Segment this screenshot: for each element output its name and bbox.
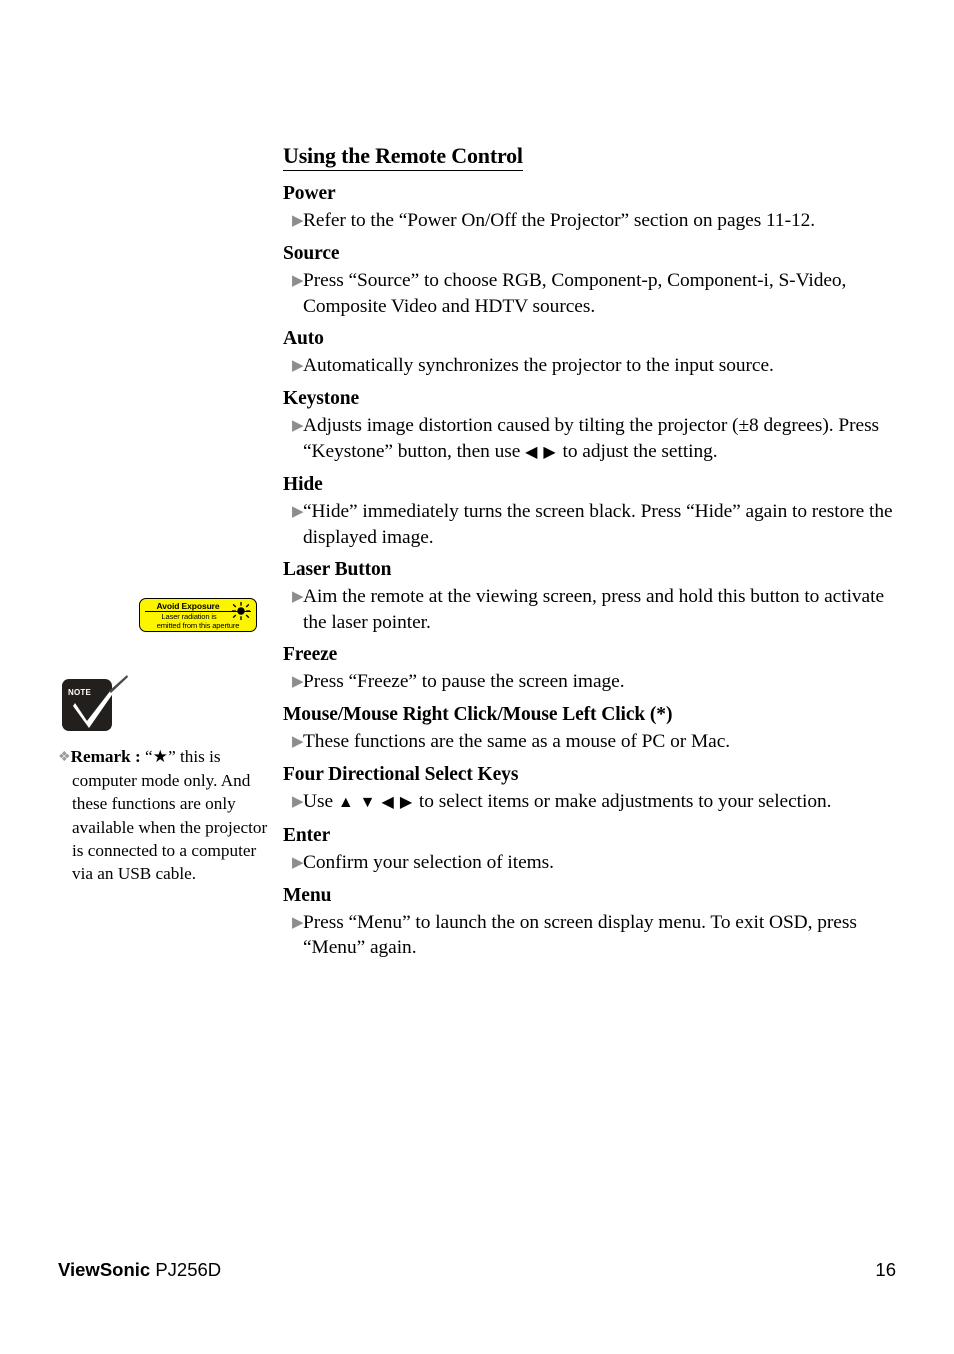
- checkmark-icon: [73, 675, 128, 728]
- arrow-up-icon: ▲: [337, 794, 356, 811]
- arrow-right-icon: ▶: [543, 443, 558, 461]
- bullet-text: Press “Freeze” to pause the screen image…: [303, 671, 625, 692]
- section-heading: Power: [283, 183, 336, 204]
- bullet-text: Refer to the “Power On/Off the Projector…: [303, 210, 816, 231]
- section-heading: Four Directional Select Keys: [283, 764, 519, 785]
- laser-warning-line3: emitted from this aperture: [156, 620, 240, 630]
- diamond-bullet-icon: ❖: [58, 750, 71, 765]
- triangle-bullet-icon: ▶: [292, 358, 304, 374]
- bullet-item: ▶ Refer to the “Power On/Off the Project…: [283, 208, 901, 234]
- section-heading: Keystone: [283, 388, 360, 409]
- arrow-down-icon: ▼: [359, 794, 378, 811]
- bullet-item: ▶ “Hide” immediately turns the screen bl…: [283, 499, 901, 550]
- section-heading: Laser Button: [283, 559, 392, 580]
- section-menu: Menu ▶ Press “Menu” to launch the on scr…: [283, 884, 901, 961]
- section-heading: Freeze: [283, 644, 338, 665]
- bullet-text: Confirm your selection of items.: [303, 851, 554, 873]
- bullet-text-post: to adjust the setting.: [557, 440, 718, 462]
- section-power: Power ▶ Refer to the “Power On/Off the P…: [283, 182, 901, 234]
- laser-burst-icon: [232, 602, 250, 620]
- triangle-bullet-icon: ▶: [292, 674, 304, 690]
- bullet-item: ▶ Press “Source” to choose RGB, Componen…: [283, 268, 901, 319]
- section-laser-button: Laser Button ▶ Aim the remote at the vie…: [283, 558, 901, 635]
- section-auto: Auto ▶ Automatically synchronizes the pr…: [283, 327, 901, 379]
- bullet-text: Use ▲ ▼ ◀ ▶ to select items or make adjustm…: [303, 789, 901, 816]
- triangle-bullet-icon: ▶: [292, 589, 304, 605]
- bullet-item: ▶ Aim the remote at the viewing screen, …: [283, 584, 901, 635]
- bullet-text: Press “Menu” to launch the on screen dis…: [303, 911, 857, 959]
- bullet-item: ▶ Use ▲ ▼ ◀ ▶ to select items or make adjus…: [283, 789, 901, 816]
- bullet-item: ▶ Confirm your selection of items.: [283, 850, 901, 876]
- remark-symbol: “★”: [145, 747, 176, 766]
- brand-name: ViewSonic: [58, 1259, 151, 1280]
- remark-note: ❖Remark : “★” this is computer mode only…: [58, 745, 280, 885]
- triangle-bullet-icon: ▶: [292, 914, 304, 931]
- triangle-bullet-icon: ▶: [292, 734, 304, 750]
- bullet-text: Press “Source” to choose RGB, Component-…: [303, 270, 847, 317]
- bullet-item: ▶ These functions are the same as a mous…: [283, 729, 901, 755]
- section-heading: Enter: [283, 824, 331, 846]
- footer-brand-block: ViewSonic PJ256D: [58, 1259, 221, 1281]
- bullet-text: Automatically synchronizes the projector…: [303, 355, 774, 376]
- arrow-left-icon: ◀: [381, 794, 396, 811]
- section-heading: Hide: [283, 474, 323, 495]
- section-heading: Auto: [283, 328, 324, 349]
- bullet-text: These functions are the same as a mouse …: [303, 731, 731, 752]
- triangle-bullet-icon: ▶: [292, 794, 304, 810]
- section-heading: Source: [283, 243, 340, 264]
- section-heading: Mouse/Mouse Right Click/Mouse Left Click…: [283, 704, 673, 725]
- bullet-item: ▶ Automatically synchronizes the project…: [283, 353, 901, 379]
- section-heading: Menu: [283, 884, 332, 906]
- note-icon: Note: [62, 673, 128, 733]
- bullet-text-post: to select items or make adjustments to y…: [414, 791, 832, 812]
- section-hide: Hide ▶ “Hide” immediately turns the scre…: [283, 473, 901, 550]
- bullet-item: ▶ Press “Menu” to launch the on screen d…: [283, 910, 901, 961]
- triangle-bullet-icon: ▶: [292, 854, 304, 871]
- bullet-item: ▶ Press “Freeze” to pause the screen ima…: [283, 669, 901, 695]
- triangle-bullet-icon: ▶: [292, 213, 304, 229]
- bullet-text: “Hide” immediately turns the screen blac…: [303, 501, 893, 548]
- bullet-text: Aim the remote at the viewing screen, pr…: [303, 586, 884, 633]
- bullet-text-pre: Use: [303, 791, 338, 812]
- section-source: Source ▶ Press “Source” to choose RGB, C…: [283, 242, 901, 319]
- section-mouse: Mouse/Mouse Right Click/Mouse Left Click…: [283, 703, 901, 755]
- laser-warning-label: Avoid Exposure Laser radiation is emitte…: [139, 598, 257, 632]
- model-name: PJ256D: [155, 1259, 222, 1280]
- section-four-directional-select-keys: Four Directional Select Keys ▶ Use ▲ ▼ ◀ ▶ …: [283, 763, 901, 816]
- arrow-left-icon: ◀: [525, 443, 540, 461]
- triangle-bullet-icon: ▶: [292, 504, 304, 520]
- page-title: Using the Remote Control: [283, 143, 523, 171]
- section-enter: Enter ▶ Confirm your selection of items.: [283, 824, 901, 876]
- bullet-text: Adjusts image distortion caused by tilti…: [303, 413, 901, 465]
- arrow-right-icon: ▶: [399, 794, 415, 811]
- section-keystone: Keystone ▶ Adjusts image distortion caus…: [283, 387, 901, 465]
- main-content-column: Using the Remote Control Power ▶ Refer t…: [283, 143, 901, 969]
- triangle-bullet-icon: ▶: [292, 418, 304, 434]
- remark-text: this is computer mode only. And these fu…: [72, 747, 268, 884]
- page-number: 16: [875, 1259, 896, 1280]
- triangle-bullet-icon: ▶: [292, 273, 304, 289]
- page-footer: ViewSonic PJ256D 16: [58, 1259, 896, 1281]
- bullet-item: ▶ Adjusts image distortion caused by til…: [283, 413, 901, 465]
- remark-label: Remark :: [70, 747, 141, 766]
- section-freeze: Freeze ▶ Press “Freeze” to pause the scr…: [283, 643, 901, 695]
